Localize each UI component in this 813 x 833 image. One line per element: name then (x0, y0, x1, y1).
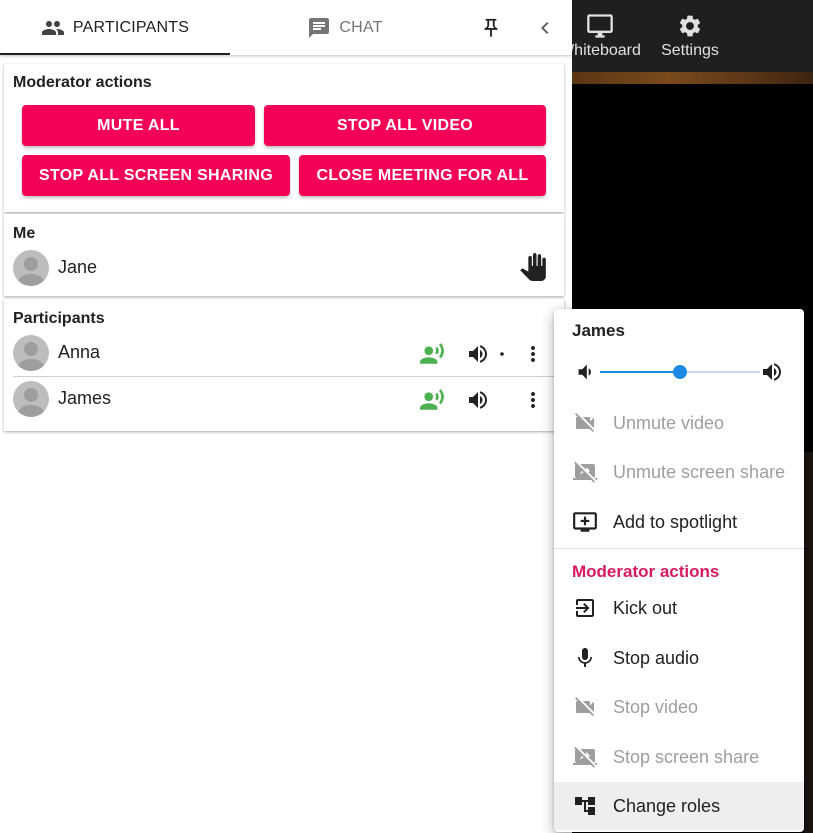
menu-item-label: Stop audio (613, 647, 700, 668)
participants-card: Participants Anna James (4, 299, 564, 431)
volume-down-icon (574, 361, 596, 388)
screen-share-off-icon (572, 744, 598, 770)
menu-item-label: Change roles (613, 795, 721, 816)
me-name: Jane (58, 257, 98, 277)
menu-item-label: Unmute video (613, 412, 725, 433)
more-vert-icon[interactable] (519, 340, 547, 368)
videocam-off-icon (572, 410, 598, 436)
menu-item-stop-video[interactable]: Stop video (554, 683, 804, 731)
whiteboard-button[interactable]: Whiteboard (566, 0, 648, 72)
mic-icon (572, 645, 598, 671)
menu-item-label: Unmute screen share (613, 461, 786, 482)
volume-slider-fill (600, 371, 680, 373)
moderator-actions-card: Moderator actions MUTE ALL STOP ALL VIDE… (4, 64, 564, 212)
video-strip (572, 72, 813, 84)
me-title: Me (13, 225, 36, 242)
volume-icon[interactable] (464, 340, 492, 368)
speaking-icon (418, 340, 446, 368)
videocam-off-icon (572, 694, 598, 720)
menu-divider (554, 548, 804, 549)
tab-chat-label: CHAT (339, 18, 383, 36)
desktop-icon (586, 12, 614, 40)
avatar (13, 381, 49, 417)
tab-participants[interactable]: PARTICIPANTS (0, 0, 230, 55)
moderator-actions-heading: Moderator actions (572, 562, 720, 581)
menu-item-kick-out[interactable]: Kick out (554, 584, 804, 632)
whiteboard-label: Whiteboard (566, 42, 641, 59)
menu-item-unmute-video[interactable]: Unmute video (554, 399, 804, 447)
menu-title: James (572, 321, 625, 340)
tab-chat[interactable]: CHAT (230, 0, 460, 55)
participant-name: James (58, 388, 112, 408)
avatar (13, 250, 49, 286)
tab-indicator (0, 53, 230, 55)
menu-item-label: Add to spotlight (613, 511, 738, 532)
tab-participants-label: PARTICIPANTS (72, 18, 190, 36)
settings-button[interactable]: Settings (650, 0, 730, 72)
settings-label: Settings (661, 42, 719, 59)
menu-item-add-to-spotlight[interactable]: Add to spotlight (554, 498, 804, 546)
menu-item-stop-screen-share[interactable]: Stop screen share (554, 733, 804, 781)
menu-item-label: Kick out (613, 597, 678, 618)
video-edge (804, 452, 813, 833)
drawer-tabs: PARTICIPANTS CHAT (0, 0, 572, 55)
moderator-actions-title: Moderator actions (13, 74, 152, 91)
stop-all-screen-sharing-button[interactable]: STOP ALL SCREEN SHARING (22, 155, 290, 196)
volume-icon[interactable] (464, 386, 492, 414)
me-card: Me Jane (4, 214, 564, 296)
participants-title: Participants (13, 310, 105, 327)
stop-all-video-button[interactable]: STOP ALL VIDEO (264, 105, 546, 146)
exit-icon (572, 595, 598, 621)
menu-item-unmute-screen-share[interactable]: Unmute screen share (554, 448, 804, 496)
menu-item-label: Stop screen share (613, 746, 760, 767)
menu-item-label: Stop video (613, 696, 699, 717)
avatar (13, 335, 49, 371)
more-vert-icon[interactable] (519, 386, 547, 414)
chat-icon (307, 16, 331, 40)
mute-all-button[interactable]: MUTE ALL (22, 105, 255, 146)
dot-icon (498, 350, 506, 358)
pin-icon[interactable] (478, 14, 504, 42)
screen-share-off-icon (572, 459, 598, 485)
volume-slider-thumb[interactable] (673, 365, 687, 379)
close-meeting-for-all-button[interactable]: CLOSE MEETING FOR ALL (299, 155, 546, 196)
volume-slider-row (574, 359, 786, 385)
participant-context-menu: James Unmute video Unmute screen share A… (554, 309, 804, 832)
menu-item-stop-audio[interactable]: Stop audio (554, 634, 804, 682)
raised-hand-icon[interactable] (518, 252, 548, 282)
menu-item-change-roles[interactable]: Change roles (554, 782, 804, 830)
chevron-left-icon[interactable] (533, 16, 557, 40)
side-drawer: PARTICIPANTS CHAT Moderator actions MUTE… (0, 0, 572, 833)
volume-up-icon (760, 360, 784, 389)
row-divider (13, 376, 564, 377)
account-tree-icon (572, 793, 598, 819)
people-icon (41, 16, 65, 40)
gear-icon (677, 12, 703, 40)
participant-name: Anna (58, 342, 101, 362)
speaking-icon (418, 386, 446, 414)
add-to-queue-icon (572, 509, 598, 535)
